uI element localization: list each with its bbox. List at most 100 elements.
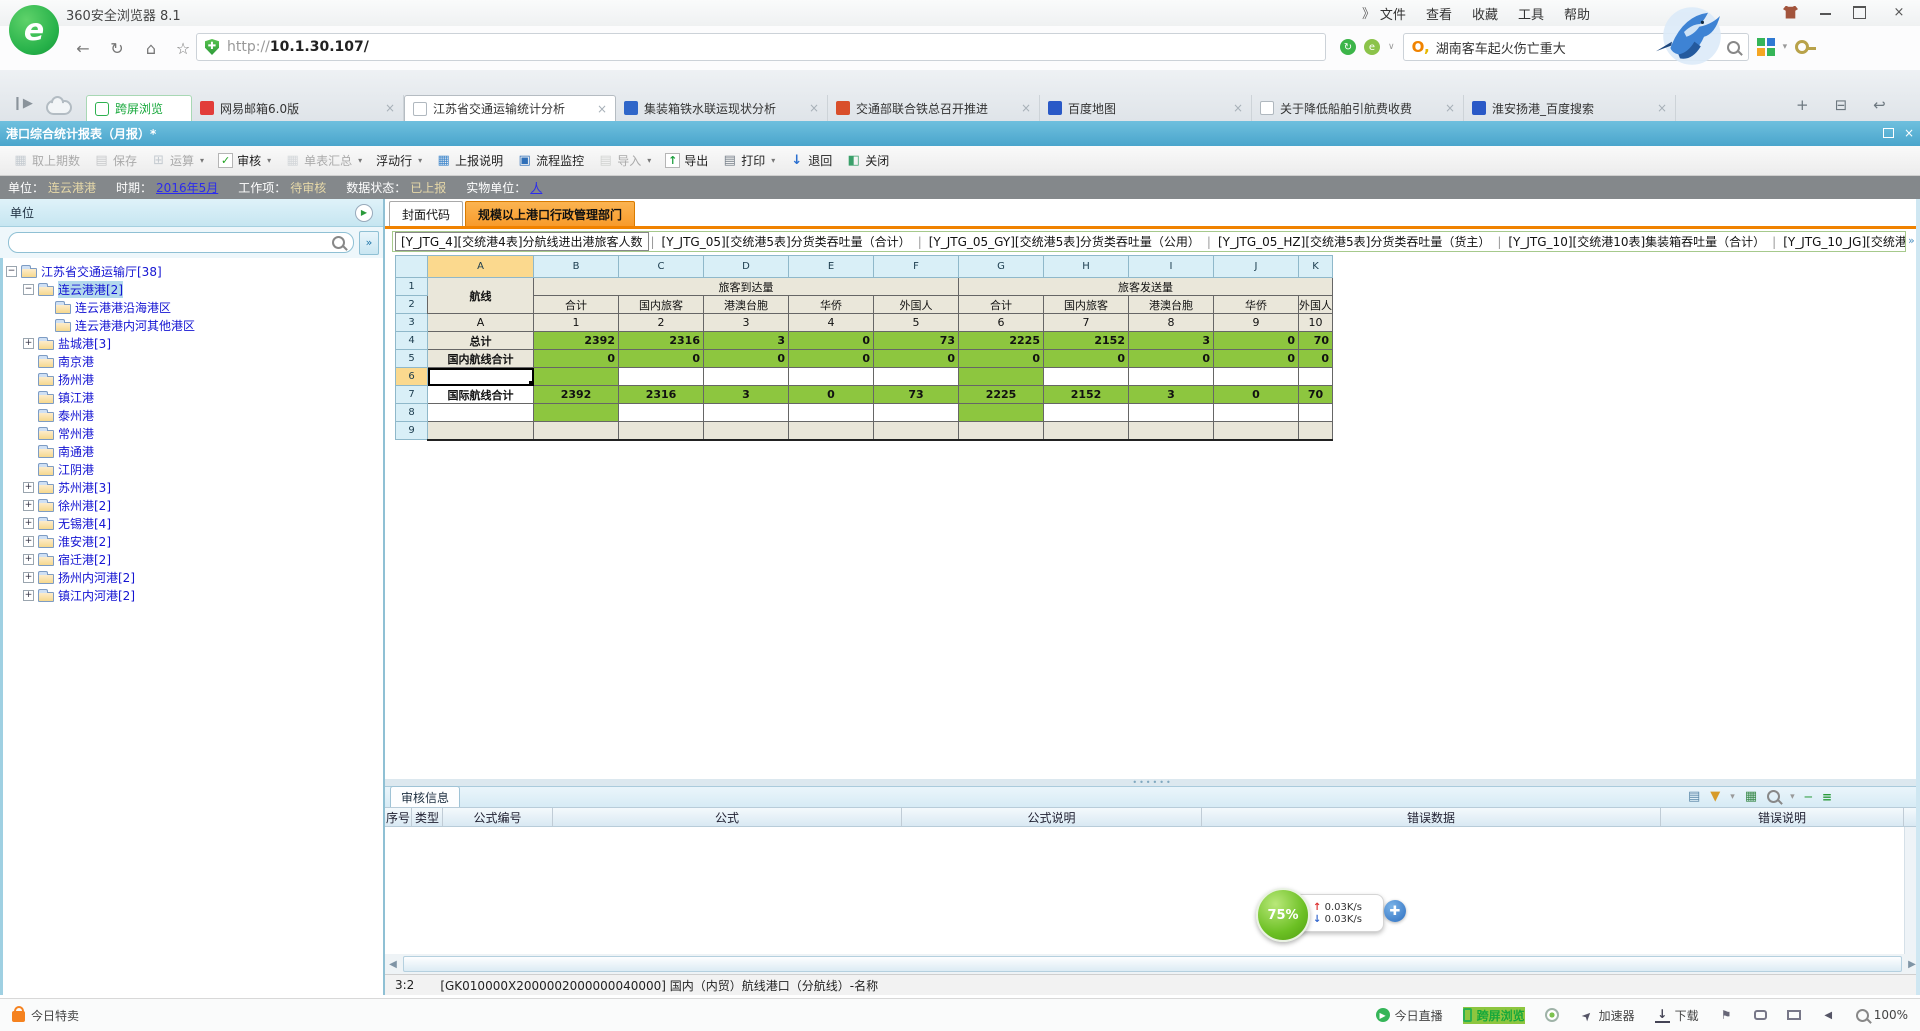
speed-ball-widget[interactable]: ↑ 0.03K/s ↓ 0.03K/s 75% ✚: [1256, 884, 1406, 944]
row-header[interactable]: 9: [396, 422, 428, 440]
column-header-I[interactable]: I: [1129, 256, 1214, 278]
blank-cell[interactable]: [428, 422, 534, 440]
tree-node[interactable]: 连云港港沿海港区: [2, 298, 380, 316]
sub-header-cell[interactable]: 外国人: [1299, 296, 1333, 314]
data-cell[interactable]: [874, 368, 959, 386]
sheet-tab[interactable]: 规模以上港口行政管理部门: [465, 201, 635, 226]
sub-header-cell[interactable]: 港澳台胞: [704, 296, 789, 314]
address-bar[interactable]: ✚ http://10.1.30.107/: [196, 33, 1326, 61]
home-icon[interactable]: ⌂: [138, 36, 164, 62]
code-cell[interactable]: 6: [959, 314, 1044, 332]
data-cell[interactable]: 0: [1214, 332, 1299, 350]
sidebar-collapse-button[interactable]: »: [359, 231, 379, 255]
tab-close-icon[interactable]: ×: [1657, 101, 1667, 115]
tree-expander-icon[interactable]: −: [23, 284, 34, 295]
tree-node[interactable]: 镇江港: [2, 388, 380, 406]
sub-header-cell[interactable]: 合计: [959, 296, 1044, 314]
code-cell[interactable]: 4: [789, 314, 874, 332]
sheet-tab[interactable]: 封面代码: [389, 201, 463, 226]
tab-list-icon[interactable]: ⊟: [1835, 96, 1848, 114]
data-cell[interactable]: [1044, 368, 1129, 386]
cloud-sync-icon[interactable]: [46, 100, 72, 115]
launcher-caret-icon[interactable]: ▾: [1783, 42, 1788, 52]
code-cell[interactable]: 7: [1044, 314, 1129, 332]
sidebar-toggle-icon[interactable]: ❙▶: [12, 96, 33, 111]
report-strip-item[interactable]: [Y_JTG_05_HZ][交统港5表]分货类吞吐量（货主）: [1213, 233, 1495, 250]
sub-header-cell[interactable]: 华侨: [1214, 296, 1299, 314]
data-cell[interactable]: 0: [789, 332, 874, 350]
bottombar-item-playcircle[interactable]: ▶今日直播: [1376, 1007, 1443, 1024]
data-cell[interactable]: 3: [1129, 386, 1214, 404]
data-cell[interactable]: 70: [1299, 386, 1333, 404]
tree-node[interactable]: +盐城港[3]: [2, 334, 380, 352]
group-header-departures[interactable]: 旅客发送量: [959, 278, 1333, 296]
minimize-icon[interactable]: [1820, 10, 1831, 15]
data-cell[interactable]: 0: [619, 350, 704, 368]
data-cell[interactable]: 2152: [1044, 386, 1129, 404]
strip-more-icon[interactable]: »: [1908, 234, 1915, 247]
row-header[interactable]: 2: [396, 296, 428, 314]
print-button[interactable]: ▤打印▾: [715, 149, 782, 172]
code-cell[interactable]: 3: [704, 314, 789, 332]
tree-expander-icon[interactable]: −: [6, 266, 17, 277]
audit-book-icon[interactable]: ▦: [1745, 789, 1757, 804]
reload-icon[interactable]: ↻: [104, 36, 130, 62]
code-cell[interactable]: A: [428, 314, 534, 332]
blank-cell[interactable]: [704, 422, 789, 440]
data-cell[interactable]: 0: [789, 386, 874, 404]
blank-cell[interactable]: [789, 422, 874, 440]
column-header-D[interactable]: D: [704, 256, 789, 278]
app-close-icon[interactable]: ×: [1904, 127, 1914, 139]
audit-minimize-icon[interactable]: ─: [1805, 790, 1812, 804]
data-cell[interactable]: [619, 404, 704, 422]
tree-expander-icon[interactable]: +: [23, 518, 34, 529]
data-cell[interactable]: 3: [704, 386, 789, 404]
tree-node[interactable]: 南通港: [2, 442, 380, 460]
bottombar-item-down[interactable]: ↓下载: [1655, 1007, 1699, 1024]
daily-deals-item[interactable]: 今日特卖: [12, 1007, 79, 1024]
return-button[interactable]: ↓退回: [782, 149, 839, 172]
column-header-C[interactable]: C: [619, 256, 704, 278]
report-note-button[interactable]: ▦上报说明: [429, 149, 510, 172]
tree-expander-icon[interactable]: +: [23, 338, 34, 349]
infobar-value[interactable]: 2016年5月: [156, 179, 218, 196]
tab-close-icon[interactable]: ×: [1233, 101, 1243, 115]
tree-node[interactable]: 泰州港: [2, 406, 380, 424]
floating-row-button[interactable]: 浮动行▾: [369, 149, 429, 172]
data-cell[interactable]: [704, 404, 789, 422]
column-header-K[interactable]: K: [1299, 256, 1333, 278]
data-cell[interactable]: 0: [1214, 386, 1299, 404]
blank-cell[interactable]: [1214, 422, 1299, 440]
close-button[interactable]: ◧关闭: [839, 149, 896, 172]
code-cell[interactable]: 8: [1129, 314, 1214, 332]
column-header-A[interactable]: A: [428, 256, 534, 278]
audit-filter-icon[interactable]: ▼: [1710, 789, 1720, 804]
audit-button[interactable]: ✓审核▾: [211, 149, 278, 172]
row-label-cell[interactable]: 国内航线合计: [428, 350, 534, 368]
extension-leaf-icon[interactable]: e: [1364, 39, 1380, 55]
row-header[interactable]: 8: [396, 404, 428, 422]
export-button[interactable]: ↑导出: [658, 149, 715, 172]
report-strip-item[interactable]: [Y_JTG_4][交统港4表]分航线进出港旅客人数: [395, 232, 649, 251]
column-header-F[interactable]: F: [874, 256, 959, 278]
browser-tab[interactable]: 江苏省交通运输统计分析×: [404, 95, 616, 121]
browser-logo-icon[interactable]: e: [9, 5, 59, 55]
tree-node[interactable]: +苏州港[3]: [2, 478, 380, 496]
menu-item[interactable]: 查看: [1426, 4, 1452, 23]
tree-expander-icon[interactable]: +: [23, 554, 34, 565]
close-window-icon[interactable]: ×: [1888, 5, 1910, 20]
browser-tab[interactable]: 集装箱铁水联运现状分析×: [616, 95, 828, 121]
data-cell[interactable]: 0: [789, 350, 874, 368]
refresh-plugin-icon[interactable]: ↻: [1340, 39, 1356, 55]
data-cell[interactable]: 3: [1129, 332, 1214, 350]
panel-splitter[interactable]: ••••••: [385, 779, 1920, 786]
blank-cell[interactable]: [428, 404, 534, 422]
data-cell[interactable]: 2316: [619, 386, 704, 404]
code-cell[interactable]: 10: [1299, 314, 1333, 332]
row-label-cell[interactable]: 总计: [428, 332, 534, 350]
back-icon[interactable]: ←: [70, 36, 96, 62]
audit-zoom-caret-icon[interactable]: ▾: [1790, 792, 1795, 802]
row-header[interactable]: 6: [396, 368, 428, 386]
search-engine-logo[interactable]: O,: [1412, 38, 1430, 56]
data-cell[interactable]: 70: [1299, 332, 1333, 350]
